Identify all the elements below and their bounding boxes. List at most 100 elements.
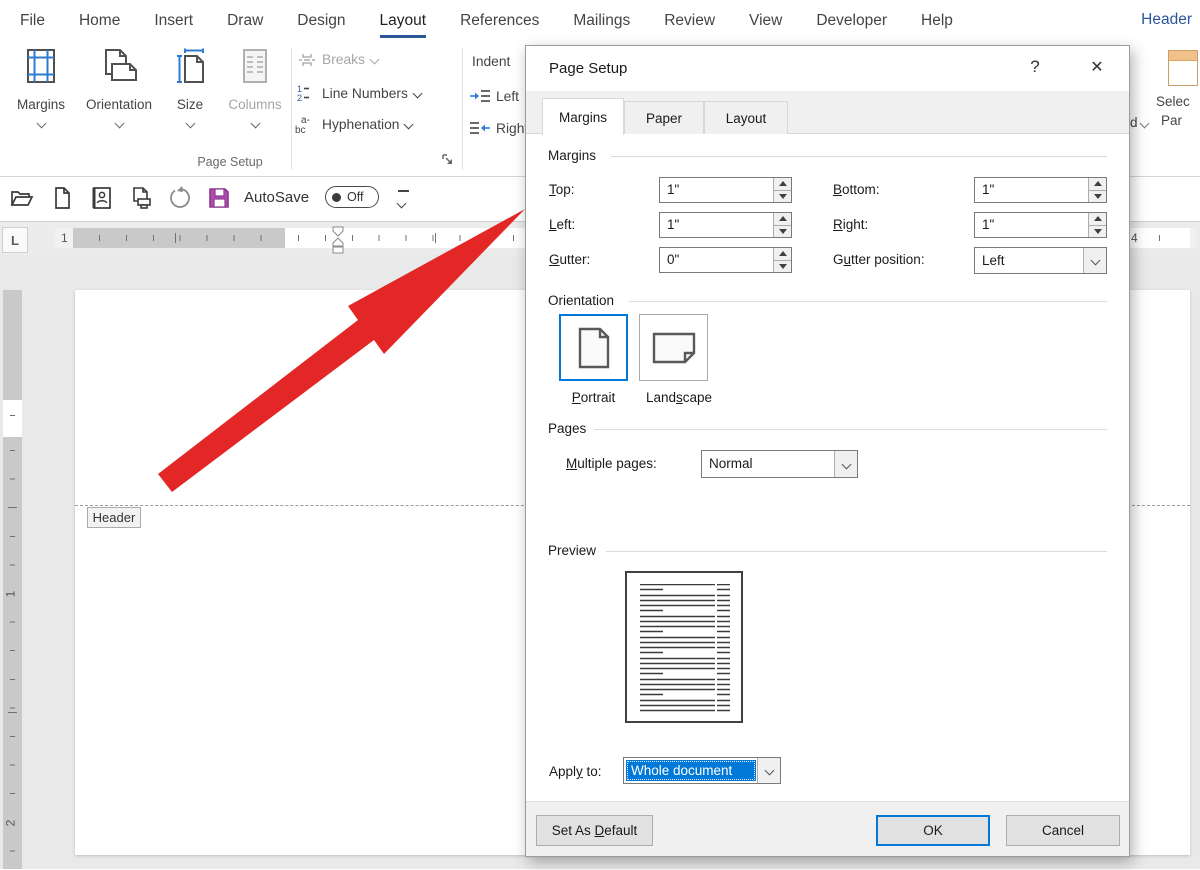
top-margin-input[interactable]: 1"	[659, 177, 792, 203]
autosave-label: AutoSave	[244, 189, 310, 206]
section-rule	[594, 429, 1107, 430]
preview-text-lines	[640, 584, 730, 712]
spin-down-button[interactable]	[774, 259, 791, 272]
close-icon[interactable]: ✕	[1084, 56, 1110, 78]
blank-document-icon	[55, 187, 70, 209]
tab-paper[interactable]: Paper	[624, 101, 704, 134]
contacts-button[interactable]	[88, 184, 116, 212]
hyphenation-button[interactable]: a- bc Hyphenation	[294, 114, 414, 134]
spin-down-button[interactable]	[774, 189, 791, 202]
margins-button[interactable]: Margins	[10, 48, 72, 162]
menu-tab-draw[interactable]: Draw	[227, 12, 263, 30]
ruler-tick-medium	[8, 712, 17, 713]
menu-tab-help[interactable]: Help	[921, 12, 953, 30]
redo-button[interactable]	[166, 184, 194, 212]
menu-tab-layout[interactable]: Layout	[379, 12, 426, 38]
bottom-margin-value: 1"	[982, 182, 995, 197]
gutter-position-label: Gutter position:	[833, 252, 925, 267]
selection-pane-icon	[1168, 50, 1198, 86]
menu-tab-mailings[interactable]: Mailings	[573, 12, 630, 30]
spin-up-button[interactable]	[1089, 178, 1106, 190]
print-preview-button[interactable]	[127, 184, 155, 212]
line-numbers-button[interactable]: 1 2 Line Numbers	[296, 84, 423, 102]
autosave-toggle[interactable]: Off	[325, 186, 379, 208]
ruler-number: 1	[61, 231, 68, 245]
spin-down-button[interactable]	[774, 224, 791, 237]
breaks-label: Breaks	[322, 52, 365, 67]
chevron-down-icon	[412, 88, 423, 98]
spin-up-button[interactable]	[1089, 213, 1106, 225]
customize-toolbar-button[interactable]	[396, 190, 409, 213]
ruler-number: 1	[3, 588, 18, 600]
gutter-position-dropdown[interactable]: Left	[974, 247, 1107, 274]
menu-tab-design[interactable]: Design	[297, 12, 345, 30]
spin-up-button[interactable]	[774, 213, 791, 225]
down-arrow-icon	[1093, 193, 1102, 199]
breaks-icon	[299, 53, 315, 66]
ruler-ticks	[10, 415, 15, 425]
ok-button[interactable]: OK	[876, 815, 990, 846]
menu-tab-home[interactable]: Home	[79, 12, 120, 30]
save-button[interactable]	[205, 184, 233, 212]
cancel-button[interactable]: Cancel	[1006, 815, 1120, 846]
dropdown-button[interactable]	[757, 758, 780, 783]
selection-pane-label-line2: Par	[1161, 113, 1183, 128]
size-button[interactable]: Size	[166, 48, 214, 162]
clipped-dropdown-stub: d	[1130, 115, 1150, 130]
bottom-margin-input[interactable]: 1"	[974, 177, 1107, 203]
dropdown-button[interactable]	[1083, 248, 1106, 273]
menu-tab-view[interactable]: View	[749, 12, 782, 30]
chevron-down-icon	[36, 118, 46, 129]
right-margin-input[interactable]: 1"	[974, 212, 1107, 238]
ruler-margin-zone: 1 2	[3, 437, 22, 870]
indent-right-control[interactable]: Right	[470, 120, 528, 136]
dropdown-button[interactable]	[834, 451, 857, 477]
ribbon-divider	[462, 48, 463, 170]
tab-layout[interactable]: Layout	[704, 101, 788, 134]
selection-pane-label-line1[interactable]: Selec	[1156, 94, 1190, 109]
up-arrow-icon	[1093, 181, 1102, 187]
tab-margins[interactable]: Margins	[542, 98, 624, 135]
page-setup-dialog-launcher[interactable]	[440, 152, 456, 168]
menu-tab-developer[interactable]: Developer	[816, 12, 887, 30]
down-arrow-icon	[778, 193, 787, 199]
indent-group-title: Indent	[472, 54, 511, 69]
columns-button[interactable]: Columns	[222, 48, 288, 162]
menu-tab-references[interactable]: References	[460, 12, 539, 30]
spin-up-button[interactable]	[774, 178, 791, 190]
help-button[interactable]: ?	[1024, 56, 1046, 78]
chevron-down-icon	[1139, 118, 1150, 129]
chevron-down-icon	[404, 119, 414, 129]
spin-down-button[interactable]	[1089, 224, 1106, 237]
indent-right-label: Right	[496, 120, 529, 136]
indent-left-control[interactable]: Left	[470, 88, 519, 104]
hyphenation-icon: a- bc	[295, 115, 310, 134]
ruler-text-zone	[3, 400, 22, 437]
menu-tab-review[interactable]: Review	[664, 12, 715, 30]
gutter-input[interactable]: 0"	[659, 247, 792, 273]
apply-to-value: Whole document	[626, 760, 756, 781]
menu-tab-file[interactable]: File	[20, 12, 45, 30]
portrait-option[interactable]	[559, 314, 628, 381]
open-file-button[interactable]	[8, 184, 36, 212]
line-numbers-label: Line Numbers	[322, 85, 408, 101]
tab-stop-selector[interactable]: L	[2, 227, 28, 253]
spin-up-button[interactable]	[774, 248, 791, 260]
multiple-pages-dropdown[interactable]: Normal	[701, 450, 858, 478]
up-arrow-icon	[778, 251, 787, 257]
up-arrow-icon	[778, 216, 787, 222]
set-as-default-button[interactable]: Set As Default	[536, 815, 653, 846]
left-margin-input[interactable]: 1"	[659, 212, 792, 238]
address-book-icon	[92, 187, 111, 209]
orientation-icon	[105, 49, 137, 81]
menu-tab-insert[interactable]: Insert	[154, 12, 193, 30]
orientation-button[interactable]: Orientation	[80, 48, 158, 162]
margins-label: Margins	[16, 97, 65, 112]
landscape-option[interactable]	[639, 314, 708, 381]
spin-down-button[interactable]	[1089, 189, 1106, 202]
breaks-button[interactable]: Breaks	[298, 52, 380, 67]
svg-text:2: 2	[297, 93, 302, 102]
new-document-button[interactable]	[48, 184, 76, 212]
apply-to-dropdown[interactable]: Whole document	[623, 757, 781, 784]
apply-to-label: Apply to:	[549, 764, 602, 779]
